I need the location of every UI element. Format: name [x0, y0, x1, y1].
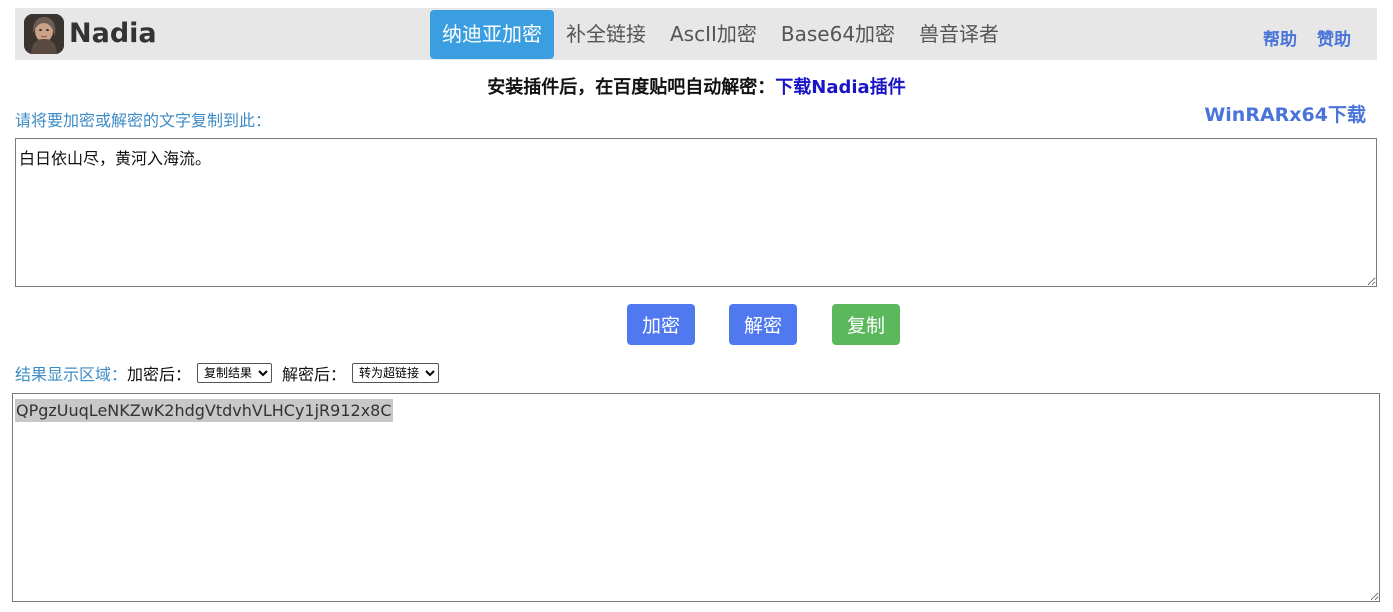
decrypt-button[interactable]: 解密 — [729, 304, 797, 345]
after-decrypt-select[interactable]: 转为超链接 — [352, 363, 440, 383]
result-area-label: 结果显示区域： — [15, 365, 128, 384]
result-options-row: 结果显示区域： 加密后： 复制结果 解密后： 转为超链接 — [15, 361, 449, 385]
nav-tab-complete-link[interactable]: 补全链接 — [554, 10, 658, 59]
nav-tab-ascii-encrypt[interactable]: AscII加密 — [658, 10, 769, 59]
input-textarea[interactable]: 白日依山尽，黄河入海流。 — [15, 138, 1377, 287]
plugin-notice-text: 安装插件后，在百度贴吧自动解密： — [487, 77, 776, 98]
header-links: 帮助 赞助 — [1263, 25, 1351, 50]
after-decrypt-label: 解密后： — [282, 365, 347, 384]
nav-tab-base64-encrypt[interactable]: Base64加密 — [769, 10, 907, 59]
after-encrypt-label: 加密后： — [127, 365, 192, 384]
input-label: 请将要加密或解密的文字复制到此： — [15, 111, 272, 130]
top-nav-bar: Nadia 纳迪亚加密 补全链接 AscII加密 Base64加密 兽音译者 帮… — [15, 8, 1377, 60]
help-link[interactable]: 帮助 — [1263, 25, 1297, 50]
winrar-download-link[interactable]: WinRARx64下载 — [1204, 100, 1366, 127]
nav-tab-beast-translator[interactable]: 兽音译者 — [907, 10, 1011, 59]
output-textarea[interactable] — [12, 393, 1380, 602]
after-encrypt-select[interactable]: 复制结果 — [197, 363, 273, 383]
logo-text[interactable]: Nadia — [69, 18, 157, 50]
main-nav: 纳迪亚加密 补全链接 AscII加密 Base64加密 兽音译者 — [430, 9, 1011, 59]
logo-avatar[interactable] — [24, 14, 64, 54]
encrypt-button[interactable]: 加密 — [627, 304, 695, 345]
donate-link[interactable]: 赞助 — [1317, 25, 1351, 50]
download-plugin-link[interactable]: 下载Nadia插件 — [775, 77, 905, 98]
copy-button[interactable]: 复制 — [832, 304, 900, 345]
plugin-notice: 安装插件后，在百度贴吧自动解密：下载Nadia插件 — [0, 73, 1393, 99]
nav-tab-nadia-encrypt[interactable]: 纳迪亚加密 — [430, 9, 554, 59]
